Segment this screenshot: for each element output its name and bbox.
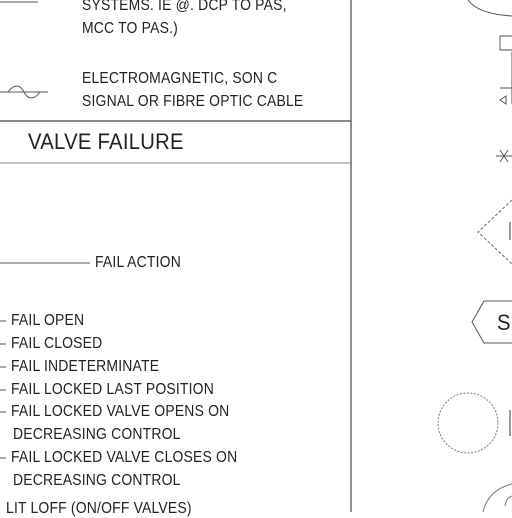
valve-failure-title: VALVE FAILURE: [28, 129, 184, 154]
boxed-instrument-symbol: [499, 35, 512, 105]
systems-line: SYSTEMS. IE @. DCP TO PAS,: [82, 0, 287, 14]
offpage-s-label: S: [497, 310, 511, 335]
list-item: FAIL LOCKED LAST POSITION: [11, 381, 214, 398]
list-tick-marks: [0, 320, 6, 459]
list-item: DECREASING CONTROL: [13, 426, 181, 443]
list-item: FAIL LOCKED VALVE OPENS ON: [11, 403, 230, 420]
electromagnetic-line-2: SIGNAL OR FIBRE OPTIC CABLE: [82, 93, 304, 110]
list-item: DECREASING CONTROL: [13, 472, 181, 489]
electromagnetic-signal-symbol: [0, 85, 48, 99]
diamond-symbol: [477, 199, 512, 265]
list-item: FAIL LOCKED VALVE CLOSES ON: [11, 449, 238, 466]
partial-circle-bottom-inner: [504, 495, 512, 507]
partial-circle-top: [467, 0, 512, 17]
partial-circle-bottom: [482, 483, 512, 512]
list-item: LIT LOFF (ON/OFF VALVES): [6, 500, 192, 517]
electromagnetic-line-1: ELECTROMAGNETIC, SON C: [82, 70, 278, 87]
list-item: FAIL INDETERMINATE: [11, 358, 160, 375]
list-item: FAIL OPEN: [11, 312, 85, 329]
fail-action-label: FAIL ACTION: [95, 254, 181, 271]
list-item: FAIL CLOSED: [11, 335, 103, 352]
star-junction-symbol: [496, 149, 512, 163]
instrument-bubble-circle: [437, 392, 499, 454]
mcc-line: MCC TO PAS.): [82, 20, 178, 37]
